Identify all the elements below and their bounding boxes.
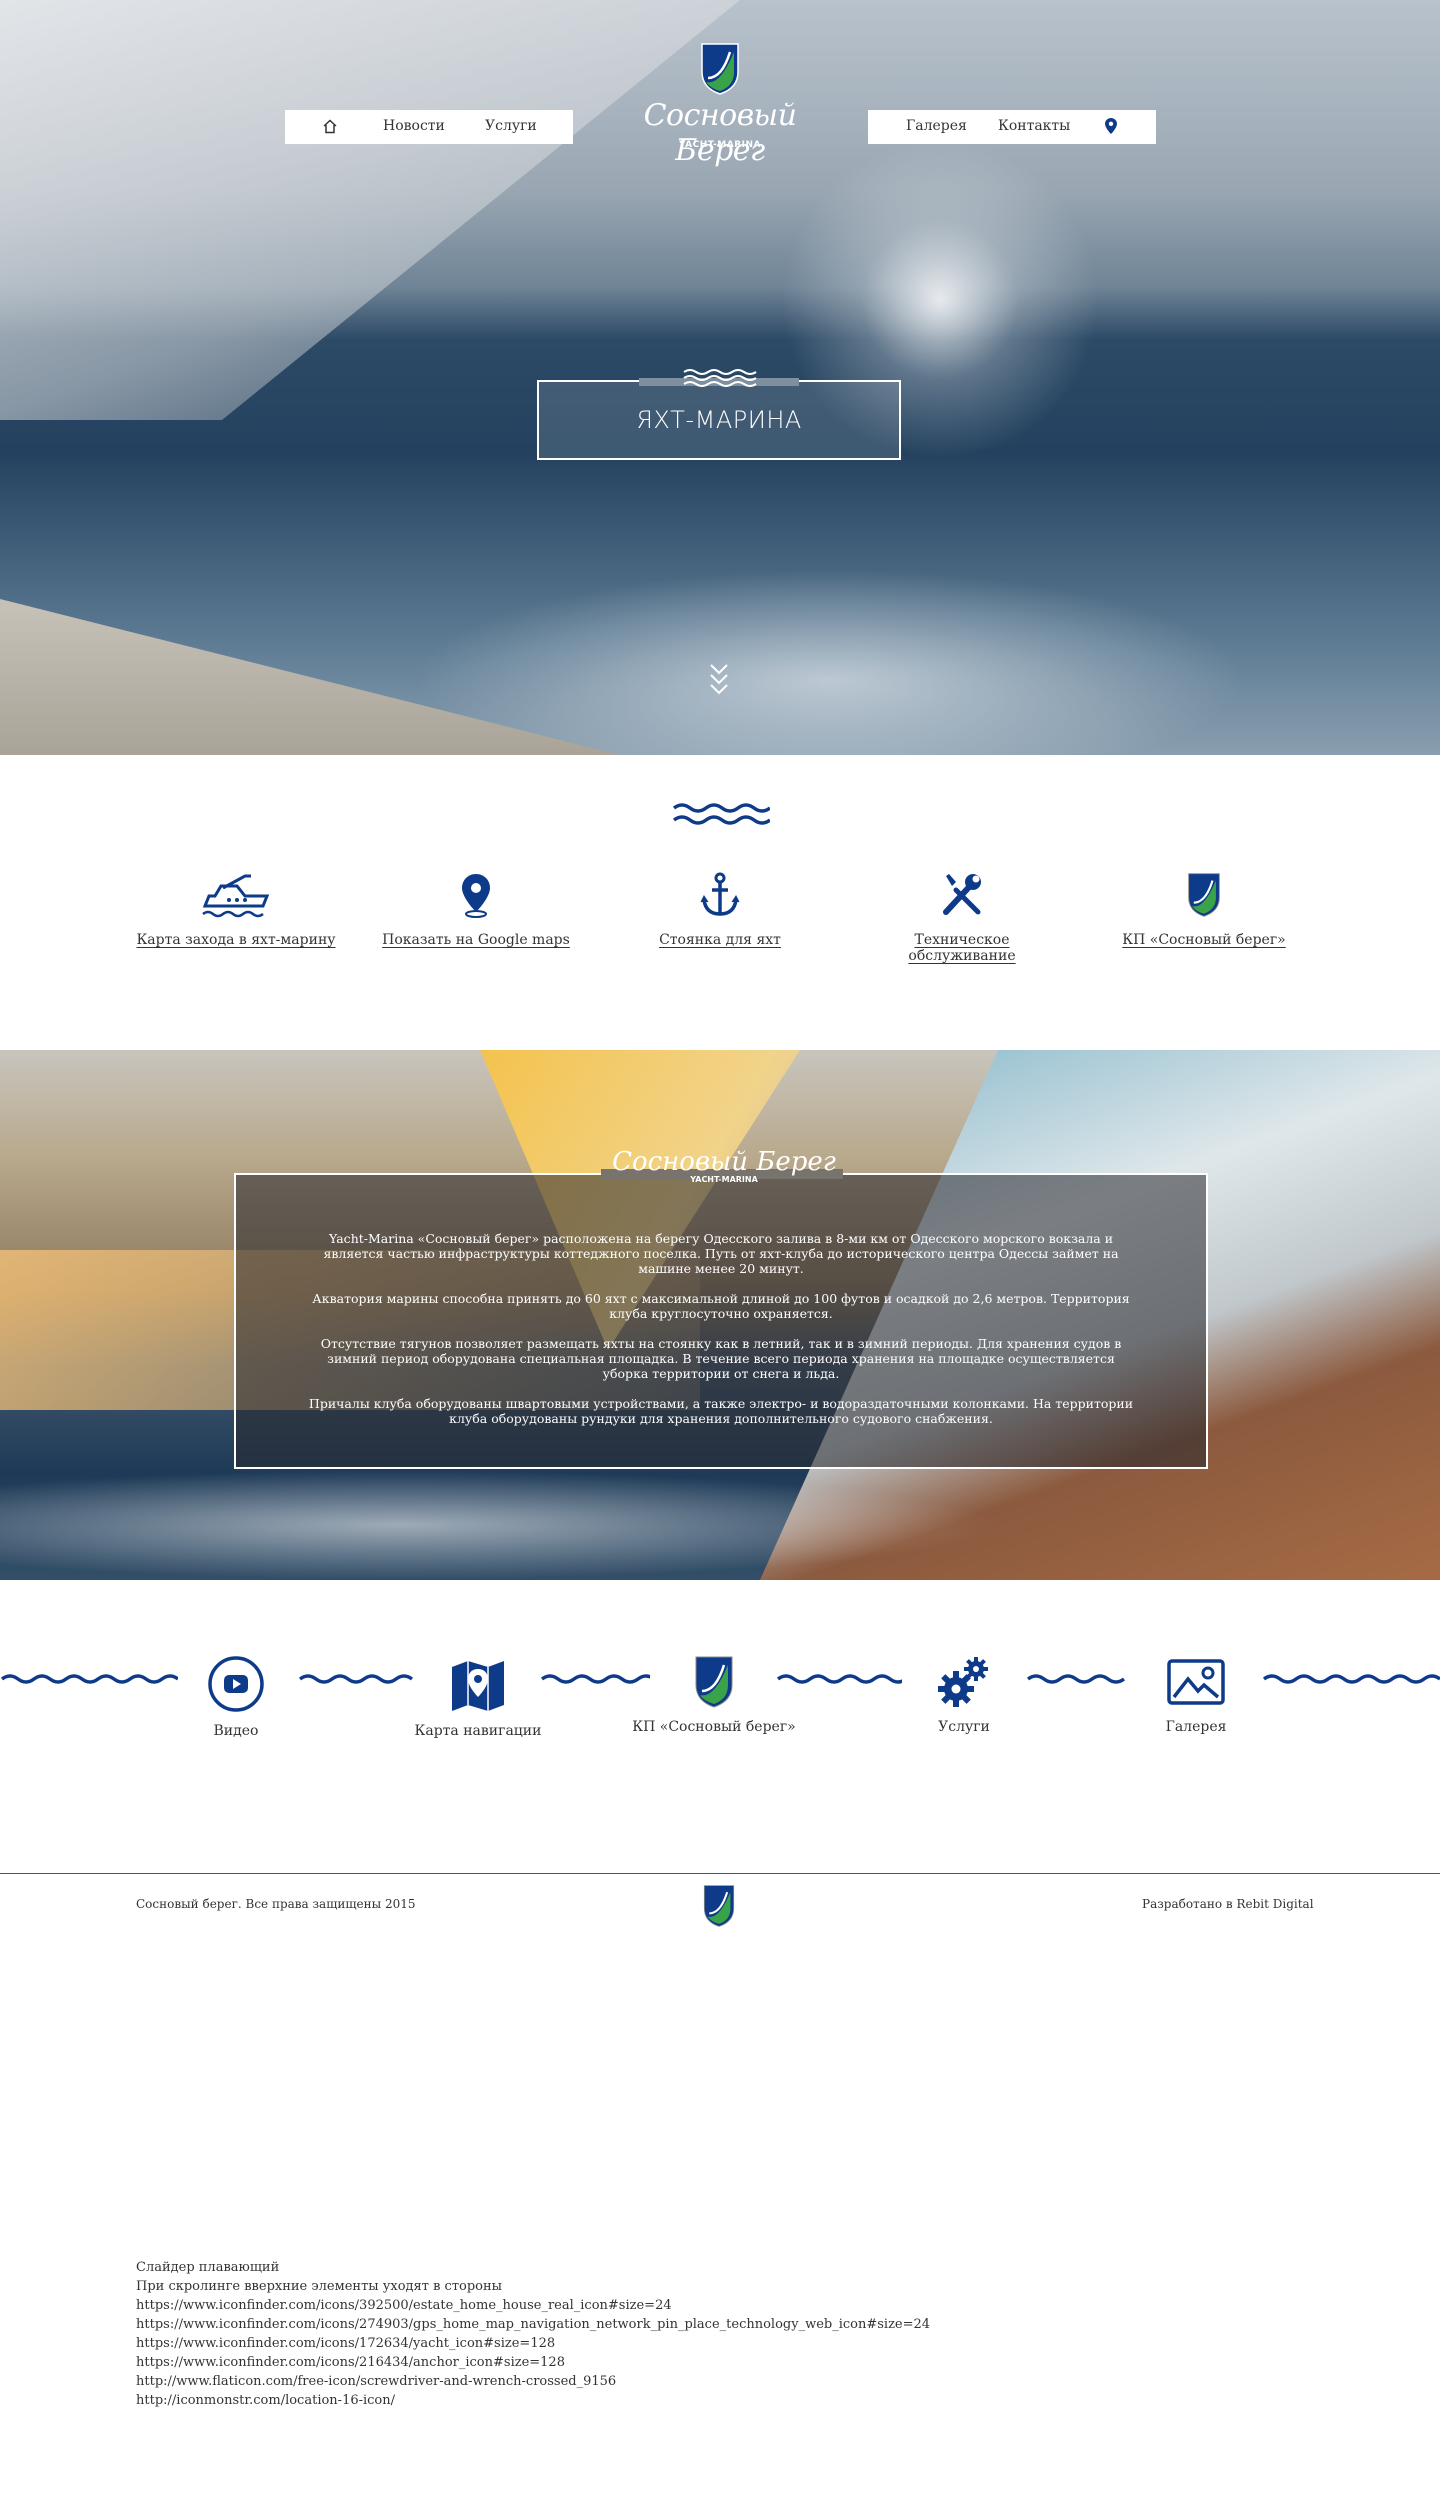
note-link[interactable]: https://www.iconfinder.com/icons/274903/… [136,2315,930,2334]
service-entry-map[interactable]: Карта захода в яхт-марину [136,872,336,948]
scroll-down-chevrons-icon[interactable] [708,662,730,702]
note-link[interactable]: http://www.flaticon.com/free-icon/screwd… [136,2372,930,2391]
wave-separator-icon [298,1674,414,1684]
note-line: Слайдер плавающий [136,2260,280,2275]
service-label: Карта захода в яхт-марину [136,932,336,948]
about-logo-script: Сосновый Берег [612,1147,836,1177]
about-text-box: Сосновый Берег YACHT-MARINA Yacht-Marina… [234,1147,1208,1469]
nav-news[interactable]: Новости [383,118,445,134]
note-link[interactable]: http://iconmonstr.com/location-16-icon/ [136,2391,930,2410]
service-maintenance[interactable]: Техническое обслуживание [862,872,1062,964]
wave-separator-icon [1262,1674,1440,1684]
waves-divider-icon [672,803,770,825]
about-paragraph: Причалы клуба оборудованы швартовыми уст… [308,1396,1134,1426]
hero-title-box: ЯХТ-МАРИНА [537,378,901,460]
logo-subtitle: YACHT-MARINA [678,140,761,150]
service-kp-sosnovy-bereg[interactable]: КП «Сосновый берег» [1104,872,1304,948]
service-google-maps[interactable]: Показать на Google maps [376,872,576,948]
service-label: Стоянка для яхт [659,932,781,948]
gears-icon [938,1657,988,1707]
footer-developer[interactable]: Разработано в Rebit Digital [1142,1897,1314,1911]
shield-logo-icon[interactable] [702,1884,736,1928]
quick-label: Галерея [1165,1719,1227,1735]
shield-logo-icon [1188,873,1220,917]
logo-script: Сосновый Берег [643,98,797,168]
wave-separator-icon [0,1674,178,1684]
quick-label: Карта навигации [414,1723,542,1739]
home-icon[interactable] [322,119,338,138]
anchor-icon [700,872,740,916]
service-yacht-parking[interactable]: Стоянка для яхт [620,872,820,948]
quick-services[interactable]: Услуги [904,1655,1024,1735]
quick-gallery[interactable]: Галерея [1136,1655,1256,1735]
nav-contacts[interactable]: Контакты [998,118,1070,134]
note-link[interactable]: https://www.iconfinder.com/icons/392500/… [136,2296,930,2315]
location-pin-icon[interactable] [1105,118,1117,138]
hero-banner: Новости Услуги Сосновый Берег YACHT-MARI… [0,0,1440,755]
footer-copyright: Сосновый берег. Все права защищены 2015 [136,1897,416,1911]
gallery-image-icon [1167,1659,1225,1705]
yacht-icon [202,874,270,918]
hero-title: ЯХТ-МАРИНА [636,406,802,434]
quick-kp-sosnovy-bereg[interactable]: КП «Сосновый берег» [614,1655,814,1735]
map-pin-icon [462,874,490,918]
hero-wake [380,560,1280,755]
note-line: При скролинге вверхние элементы уходят в… [136,2279,502,2294]
about-text: Yacht-Marina «Сосновый берег» расположен… [306,1231,1136,1441]
screwdriver-wrench-icon [943,874,981,915]
designer-notes: Слайдер плавающий При скролинге вверхние… [136,2258,930,2410]
about-logo: Сосновый Берег YACHT-MARINA [604,1147,844,1184]
about-section: Сосновый Берег YACHT-MARINA Yacht-Marina… [0,1050,1440,1580]
waves-icon [683,369,757,387]
about-paragraph: Акватория марины способна принять до 60 … [312,1291,1130,1321]
about-paragraph: Yacht-Marina «Сосновый берег» расположен… [323,1231,1119,1276]
shield-logo-icon [695,1656,733,1708]
quick-label: КП «Сосновый берег» [632,1719,796,1735]
site-logo[interactable]: Сосновый Берег YACHT-MARINA [606,42,834,168]
footer-divider [0,1873,1440,1874]
quick-label: Видео [213,1723,259,1739]
about-paragraph: Отсутствие тягунов позволяет размещать я… [320,1336,1122,1381]
wave-separator-icon [1026,1674,1126,1684]
nav-gallery[interactable]: Галерея [906,118,967,134]
service-label: Техническое обслуживание [908,932,1016,964]
nav-right: Галерея Контакты [868,110,1156,144]
shield-logo-icon [701,43,739,95]
navigation-map-icon [452,1661,504,1711]
note-link[interactable]: https://www.iconfinder.com/icons/172634/… [136,2334,930,2353]
service-label: Показать на Google maps [382,932,570,948]
quick-label: Услуги [938,1719,990,1735]
about-foam [0,1470,1000,1580]
note-link[interactable]: https://www.iconfinder.com/icons/216434/… [136,2353,930,2372]
service-label: КП «Сосновый берег» [1122,932,1286,948]
video-play-icon [208,1656,264,1712]
nav-left: Новости Услуги [285,110,573,144]
quick-navigation-map[interactable]: Карта навигации [404,1655,552,1739]
nav-services[interactable]: Услуги [485,118,537,134]
quick-video[interactable]: Видео [176,1655,296,1739]
